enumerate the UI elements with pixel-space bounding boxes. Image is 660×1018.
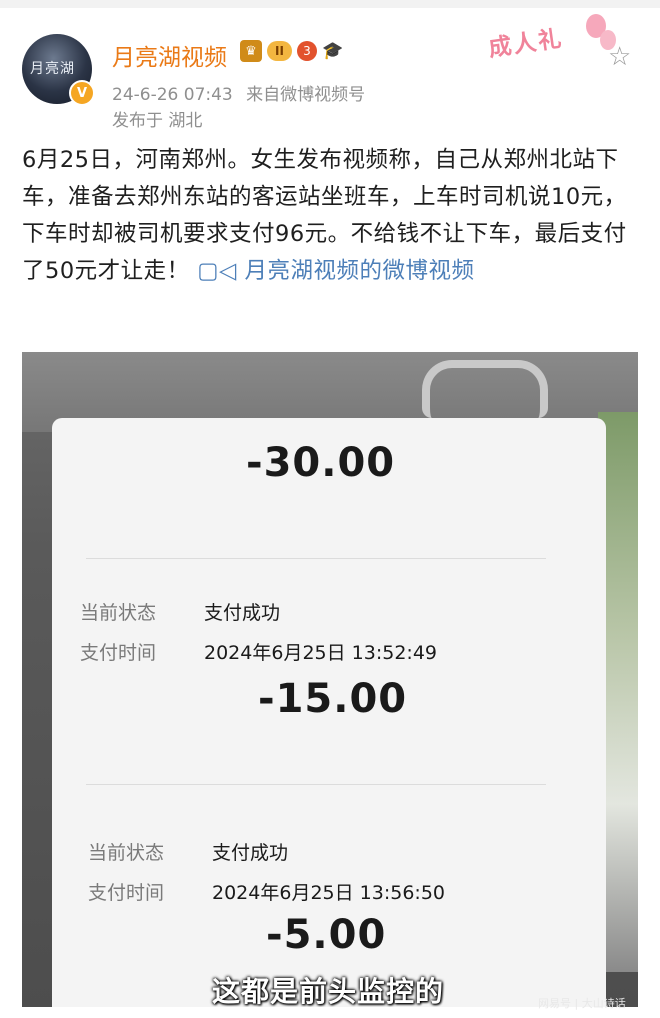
payment-amount: -30.00 <box>246 440 396 486</box>
badge-row: ♛ II 3 🎓 <box>240 40 343 62</box>
status-value: 支付成功 <box>204 602 281 624</box>
time-value: 2024年6月25日 13:52:49 <box>204 642 437 664</box>
payment-screen: -30.00 当前状态 支付成功 支付时间 2024年6月25日 13:52:4… <box>52 418 606 1007</box>
grab-handle <box>422 360 548 418</box>
author-name[interactable]: 月亮湖视频 <box>112 38 227 72</box>
status-value: 支付成功 <box>212 842 289 864</box>
level-badge[interactable]: II <box>267 41 292 61</box>
divider <box>86 558 546 559</box>
payment-amount: -5.00 <box>266 912 387 958</box>
video-player[interactable]: -30.00 当前状态 支付成功 支付时间 2024年6月25日 13:52:4… <box>22 352 638 1007</box>
post-source[interactable]: 来自微博视频号 <box>246 85 365 105</box>
payment-amount: -15.00 <box>258 676 408 722</box>
favorite-star-icon[interactable]: ☆ <box>608 42 631 72</box>
video-link[interactable]: ▢◁ 月亮湖视频的微博视频 <box>197 258 474 284</box>
divider <box>86 784 546 785</box>
top-divider <box>0 0 660 8</box>
post-meta: 24-6-26 07:43 来自微博视频号 <box>112 80 365 105</box>
avatar-text: 月亮湖 <box>30 61 75 77</box>
timestamp: 24-6-26 07:43 <box>112 85 233 105</box>
post-body: 6月25日，河南郑州。女生发布视频称，自己从郑州北站下车，准备去郑州东站的客运站… <box>22 142 642 290</box>
fan-badge-icon: 3 <box>296 41 317 61</box>
video-subtitle: 这都是前头监控的 <box>212 975 445 1007</box>
decoration-text: 成人礼 <box>486 25 565 63</box>
crown-icon: ♛ <box>240 40 262 62</box>
video-icon: ▢◁ <box>197 258 245 284</box>
time-label: 支付时间 <box>88 882 165 904</box>
watermark: 网易号 | 大山诗话 <box>538 997 626 1010</box>
graduation-cap-icon: 🎓 <box>321 41 344 61</box>
status-label: 当前状态 <box>80 602 157 624</box>
post-location: 发布于 湖北 <box>112 111 203 131</box>
verified-badge-icon: V <box>69 80 95 106</box>
time-label: 支付时间 <box>80 642 157 664</box>
status-label: 当前状态 <box>88 842 165 864</box>
video-link-text: 月亮湖视频的微博视频 <box>244 258 475 284</box>
time-value: 2024年6月25日 13:56:50 <box>212 882 445 904</box>
